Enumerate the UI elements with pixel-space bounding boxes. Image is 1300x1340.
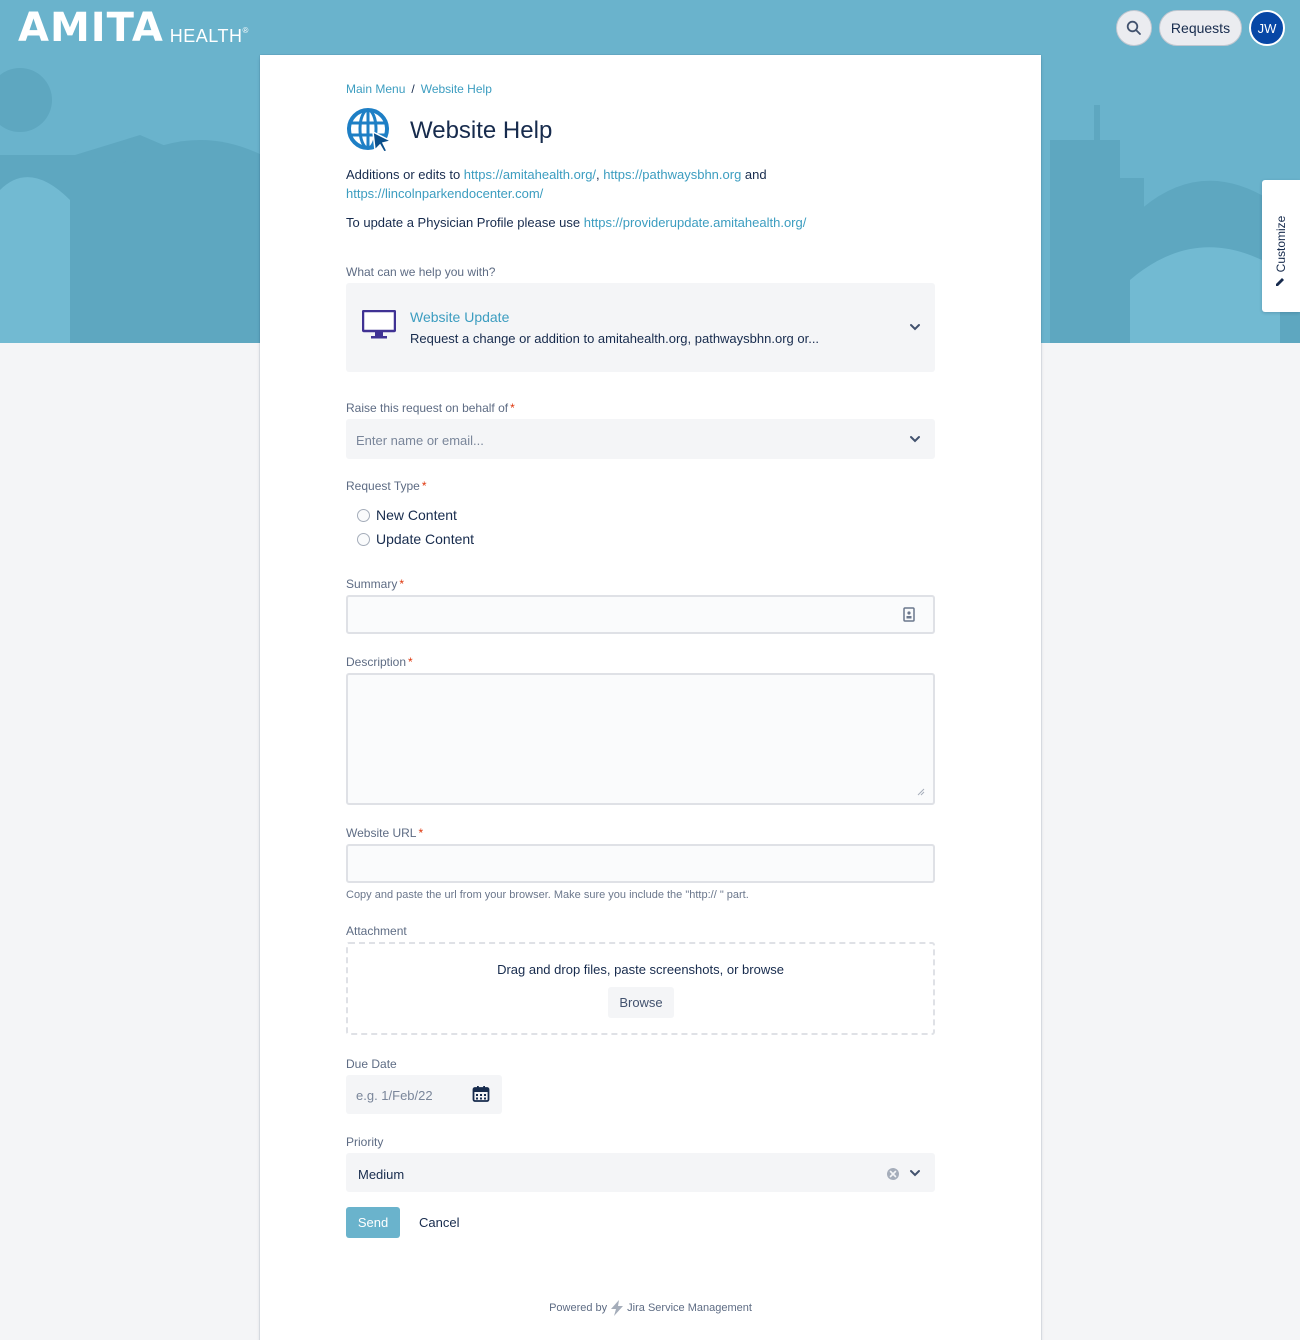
breadcrumb: Main Menu / Website Help <box>346 82 492 96</box>
chevron-down-icon <box>910 1170 920 1177</box>
website-url-label-text: Website URL <box>346 826 417 840</box>
profile-prefix: To update a Physician Profile please use <box>346 215 584 230</box>
request-type-name: Website Update <box>410 309 510 325</box>
amitahealth-link[interactable]: https://amitahealth.org/ <box>464 167 596 182</box>
description-label: Description * <box>346 655 413 669</box>
breadcrumb-separator: / <box>411 82 415 96</box>
monitor-icon <box>362 310 396 339</box>
jira-lightning-icon <box>611 1300 624 1316</box>
globe-cursor-icon <box>347 108 394 153</box>
summary-label-text: Summary <box>346 577 398 591</box>
on-behalf-placeholder: Enter name or email... <box>356 433 484 448</box>
requests-button[interactable]: Requests <box>1159 10 1242 46</box>
due-date-label: Due Date <box>346 1057 397 1071</box>
profile-text: To update a Physician Profile please use… <box>346 215 806 230</box>
contact-card-icon[interactable] <box>902 607 916 623</box>
radio-label: New Content <box>376 507 457 523</box>
radio-new-content[interactable]: New Content <box>357 507 457 523</box>
summary-label: Summary * <box>346 577 404 591</box>
radio-update-content[interactable]: Update Content <box>357 531 474 547</box>
request-type-description: Request a change or addition to amitahea… <box>410 331 820 346</box>
logo-sub-label: HEALTH <box>169 26 243 46</box>
logo-registered-mark: ® <box>242 26 249 35</box>
clear-icon[interactable] <box>886 1167 900 1181</box>
description-label-text: Description <box>346 655 407 669</box>
radio-button[interactable] <box>357 532 370 546</box>
required-marker: * <box>408 655 413 669</box>
jira-service-management-link[interactable]: Jira Service Management <box>627 1302 752 1314</box>
attachment-dropzone[interactable]: Drag and drop files, paste screenshots, … <box>346 942 935 1035</box>
on-behalf-select[interactable]: Enter name or email... <box>346 419 935 459</box>
required-marker: * <box>510 401 515 415</box>
request-type-label-text: Request Type <box>346 479 420 493</box>
attachment-label: Attachment <box>346 924 407 938</box>
required-marker: * <box>421 479 427 493</box>
breadcrumb-main-menu[interactable]: Main Menu <box>346 82 405 96</box>
required-marker: * <box>399 577 405 591</box>
customize-label: Customize <box>1274 215 1288 273</box>
intro-text: Additions or edits to https://amitahealt… <box>346 165 846 203</box>
summary-input[interactable] <box>346 595 935 634</box>
due-date-picker[interactable]: e.g. 1/Feb/22 <box>346 1075 502 1114</box>
calendar-icon[interactable] <box>472 1085 490 1103</box>
intro-and: and <box>741 167 767 182</box>
intro-prefix: Additions or edits to <box>346 167 464 182</box>
logo-main-text: AMITA <box>18 5 164 51</box>
priority-value: Medium <box>358 1167 405 1182</box>
breadcrumb-website-help[interactable]: Website Help <box>421 82 492 96</box>
search-icon <box>1126 20 1141 35</box>
website-url-label: Website URL * <box>346 826 423 840</box>
on-behalf-label-text: Raise this request on behalf of <box>346 401 509 415</box>
chevron-down-icon <box>910 436 920 443</box>
radio-button[interactable] <box>357 508 370 522</box>
top-navigation: AMITA HEALTH® Requests JW <box>0 0 1300 55</box>
description-textarea[interactable] <box>346 673 935 805</box>
request-form-card: Main Menu / Website Help Website Help Addi… <box>260 55 1041 1340</box>
request-type-label: Request Type * <box>346 479 427 493</box>
lincolnpark-link[interactable]: https://lincolnparkendocenter.com/ <box>346 186 543 201</box>
provider-update-link[interactable]: https://providerupdate.amitahealth.org/ <box>584 215 807 230</box>
amita-health-logo[interactable]: AMITA HEALTH® <box>18 8 249 48</box>
customize-tab[interactable]: Customize <box>1262 180 1300 312</box>
due-date-placeholder: e.g. 1/Feb/22 <box>356 1088 433 1103</box>
request-type-selector[interactable]: Website Update Request a change or addit… <box>346 283 935 372</box>
logo-sub-text: HEALTH® <box>170 26 249 47</box>
required-marker: * <box>418 826 424 840</box>
priority-label: Priority <box>346 1135 384 1149</box>
radio-label: Update Content <box>376 531 475 547</box>
search-button[interactable] <box>1116 10 1152 46</box>
help-label: What can we help you with? <box>346 265 496 279</box>
dropzone-message: Drag and drop files, paste screenshots, … <box>497 962 784 977</box>
cancel-button[interactable]: Cancel <box>419 1215 459 1230</box>
website-url-help: Copy and paste the url from your browser… <box>346 889 749 901</box>
page-title: Website Help <box>410 117 553 144</box>
pencil-icon <box>1276 278 1284 286</box>
priority-select[interactable]: Medium <box>346 1153 935 1192</box>
browse-button[interactable]: Browse <box>608 987 674 1018</box>
powered-by-footer: Powered by Jira Service Management <box>260 1300 1041 1316</box>
powered-by-text: Powered by <box>549 1302 608 1314</box>
on-behalf-label: Raise this request on behalf of * <box>346 401 515 415</box>
chevron-down-icon <box>910 324 920 331</box>
website-url-input[interactable] <box>346 844 935 883</box>
send-button[interactable]: Send <box>346 1207 400 1238</box>
pathwaysbhn-link[interactable]: https://pathwaysbhn.org <box>603 167 741 182</box>
user-avatar[interactable]: JW <box>1249 10 1285 46</box>
resize-handle-icon[interactable] <box>916 787 925 796</box>
